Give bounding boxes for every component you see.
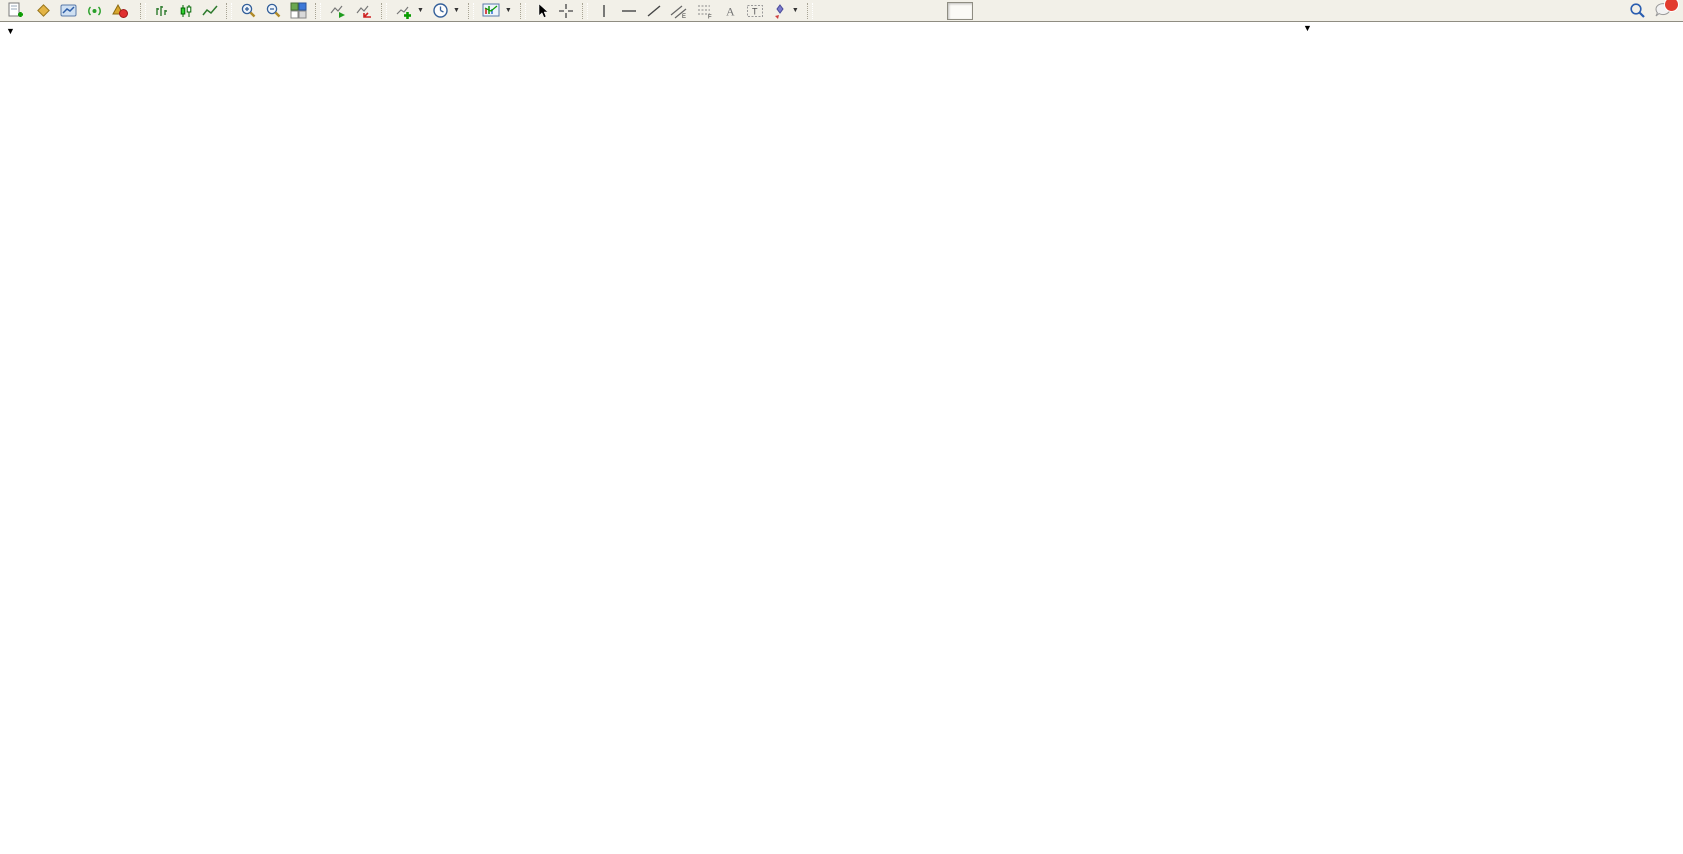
bar-chart-mode-button[interactable] [150,1,174,21]
add-indicator-icon [395,2,413,19]
timeframe-m5-button[interactable] [843,2,869,20]
new-order-button[interactable] [3,1,31,21]
notification-count-badge [1664,0,1679,12]
search-icon[interactable] [1629,2,1646,19]
horizontal-line-icon [620,3,638,19]
chevron-down-icon: ▼ [505,7,512,14]
auto-scroll-button[interactable] [325,1,351,21]
candlestick-icon [178,3,194,19]
indicator-window-icon [482,2,501,19]
notifications-button[interactable] [1654,2,1672,19]
cursor-arrow-icon [534,3,550,19]
timeframe-h4-button[interactable] [947,2,973,20]
symbol-collapse-chevron[interactable]: ▼ [6,26,15,36]
main-toolbar: ▼ ▼ ▼ [0,0,1683,22]
tile-windows-icon [290,2,307,19]
gold-diamond-icon [35,2,52,19]
timeframe-h1-button[interactable] [921,2,947,20]
timeframe-mn-button[interactable] [1025,2,1051,20]
timeframe-m15-button[interactable] [869,2,895,20]
line-chart-mode-button[interactable] [198,1,222,21]
toolbar-grip [315,3,321,19]
templates-button[interactable]: ▼ [478,1,516,21]
timeframe-m1-button[interactable] [817,2,843,20]
chart-shift-button[interactable] [351,1,377,21]
svg-text:E: E [682,14,686,19]
crosshair-icon [558,3,574,19]
chart-shift-icon [355,2,373,19]
text-label-icon: T [746,3,764,19]
chevron-down-icon: ▼ [453,7,460,14]
terminal-window-icon [60,2,78,19]
line-chart-icon [202,3,218,19]
crosshair-tool-button[interactable] [554,1,578,21]
chevron-down-icon: ▼ [792,7,799,14]
new-order-icon [7,2,24,19]
timeframe-w1-button[interactable] [999,2,1025,20]
toolbar-grip [468,3,474,19]
shapes-arrows-icon [772,3,788,19]
toolbar-right-tools [1629,2,1680,19]
text-label-tool-button[interactable]: T [742,1,768,21]
text-a-icon: A [723,3,737,19]
clock-icon [432,2,449,19]
add-indicator-button[interactable]: ▼ [391,1,428,21]
fibonacci-icon: F [696,3,714,19]
signals-button[interactable] [82,1,107,21]
auto-scroll-icon [329,2,347,19]
toolbar-grip [140,3,146,19]
equidistant-channel-icon: E [670,3,688,19]
channel-tool-button[interactable]: E [666,1,692,21]
zoom-in-icon [240,2,257,19]
zoom-in-button[interactable] [236,1,261,21]
svg-text:A: A [726,4,735,18]
svg-text:T: T [752,6,758,16]
terminal-button[interactable] [56,1,82,21]
toolbar-grip [582,3,588,19]
cursor-tool-button[interactable] [530,1,554,21]
toolbar-grip [807,3,813,19]
bar-chart-icon [154,3,170,19]
toolbar-grip [381,3,387,19]
fibonacci-tool-button[interactable]: F [692,1,718,21]
periods-button[interactable]: ▼ [428,1,464,21]
toolbar-grip [226,3,232,19]
svg-text:F: F [708,14,712,19]
chevron-down-icon: ▼ [417,7,424,14]
candlestick-mode-button[interactable] [174,1,198,21]
trendline-icon [646,3,662,19]
trendline-tool-button[interactable] [642,1,666,21]
toolbar-grip [520,3,526,19]
vertical-line-tool-button[interactable] [592,1,616,21]
arrows-tool-button[interactable]: ▼ [768,1,803,21]
timeframe-d1-button[interactable] [973,2,999,20]
mt4-trading-app: ▼ ▼ ▼ [0,0,1683,854]
vertical-line-icon [597,3,611,19]
toolbar-overflow-chevron[interactable]: ▼ [1303,24,1312,32]
timeframe-m30-button[interactable] [895,2,921,20]
horizontal-line-tool-button[interactable] [616,1,642,21]
tile-windows-button[interactable] [286,1,311,21]
auto-trading-icon [111,2,129,19]
chart-symbol-header: ▼ [6,26,51,36]
auto-trading-button[interactable] [107,1,136,21]
market-watch-button[interactable] [31,1,56,21]
zoom-out-button[interactable] [261,1,286,21]
signal-waves-icon [86,2,103,19]
zoom-out-icon [265,2,282,19]
text-tool-button[interactable]: A [718,1,742,21]
chart-canvas[interactable] [0,22,1683,854]
